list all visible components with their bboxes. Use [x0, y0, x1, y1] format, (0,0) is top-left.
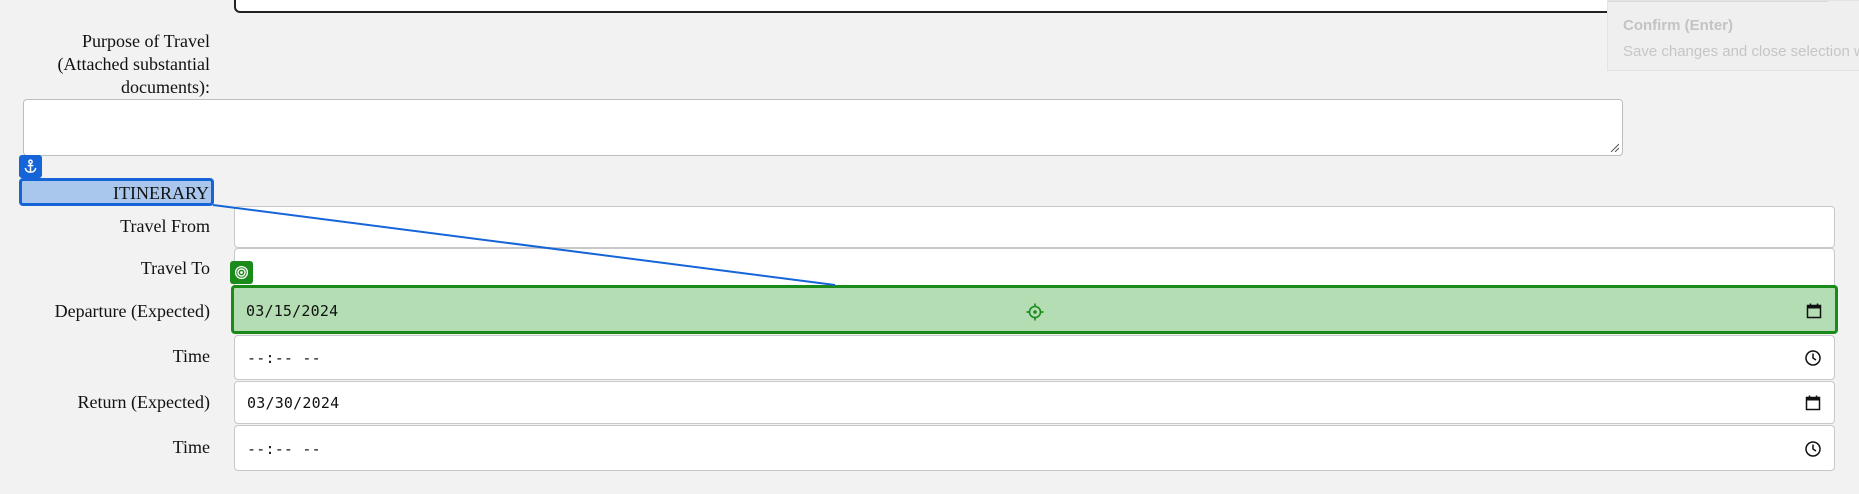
- target-icon: [234, 265, 249, 280]
- return-date-value: 03/30/2024: [247, 394, 340, 412]
- resize-grip-icon[interactable]: [1609, 142, 1619, 152]
- departure-label: Departure (Expected): [54, 301, 210, 321]
- confirm-tooltip: Confirm (Enter) Save changes and close s…: [1607, 0, 1859, 71]
- travel-to-label: Travel To: [140, 258, 210, 278]
- itinerary-heading: ITINERARY: [19, 178, 214, 206]
- return-label: Return (Expected): [77, 392, 210, 412]
- purpose-label-line: Purpose of Travel: [81, 31, 210, 51]
- clock-icon[interactable]: [1804, 349, 1822, 367]
- target-badge: [230, 261, 253, 284]
- travel-to-input[interactable]: [234, 248, 1835, 290]
- anchor-icon: [24, 159, 37, 173]
- travel-from-label: Travel From: [120, 216, 210, 236]
- itinerary-heading-text: ITINERARY: [113, 183, 209, 203]
- purpose-label-line: documents):: [121, 77, 210, 97]
- departure-date-input[interactable]: 03/15/2024: [231, 285, 1838, 334]
- purpose-label-line: (Attached substantial: [57, 54, 210, 74]
- return-time-value: --:-- --: [247, 440, 321, 458]
- tooltip-description: Save changes and close selection wi: [1623, 43, 1859, 60]
- departure-time-value: --:-- --: [247, 349, 321, 367]
- return-time-label: Time: [172, 437, 210, 457]
- crosshair-icon: [1026, 303, 1044, 321]
- purpose-label: Purpose of Travel (Attached substantial …: [0, 30, 210, 99]
- tooltip-divider: [1608, 1, 1828, 2]
- departure-time-input[interactable]: --:-- --: [234, 335, 1835, 380]
- departure-date-value: 03/15/2024: [246, 302, 339, 320]
- calendar-icon[interactable]: [1805, 302, 1823, 320]
- travel-from-input[interactable]: [234, 206, 1835, 248]
- return-time-input[interactable]: --:-- --: [234, 425, 1835, 471]
- purpose-textarea[interactable]: [23, 99, 1623, 156]
- clock-icon[interactable]: [1804, 440, 1822, 458]
- anchor-badge: [19, 155, 42, 178]
- previous-textarea[interactable]: [234, 0, 1838, 13]
- tooltip-title: Confirm (Enter): [1623, 17, 1733, 34]
- calendar-icon[interactable]: [1804, 394, 1822, 412]
- return-date-input[interactable]: 03/30/2024: [234, 381, 1835, 424]
- departure-time-label: Time: [172, 346, 210, 366]
